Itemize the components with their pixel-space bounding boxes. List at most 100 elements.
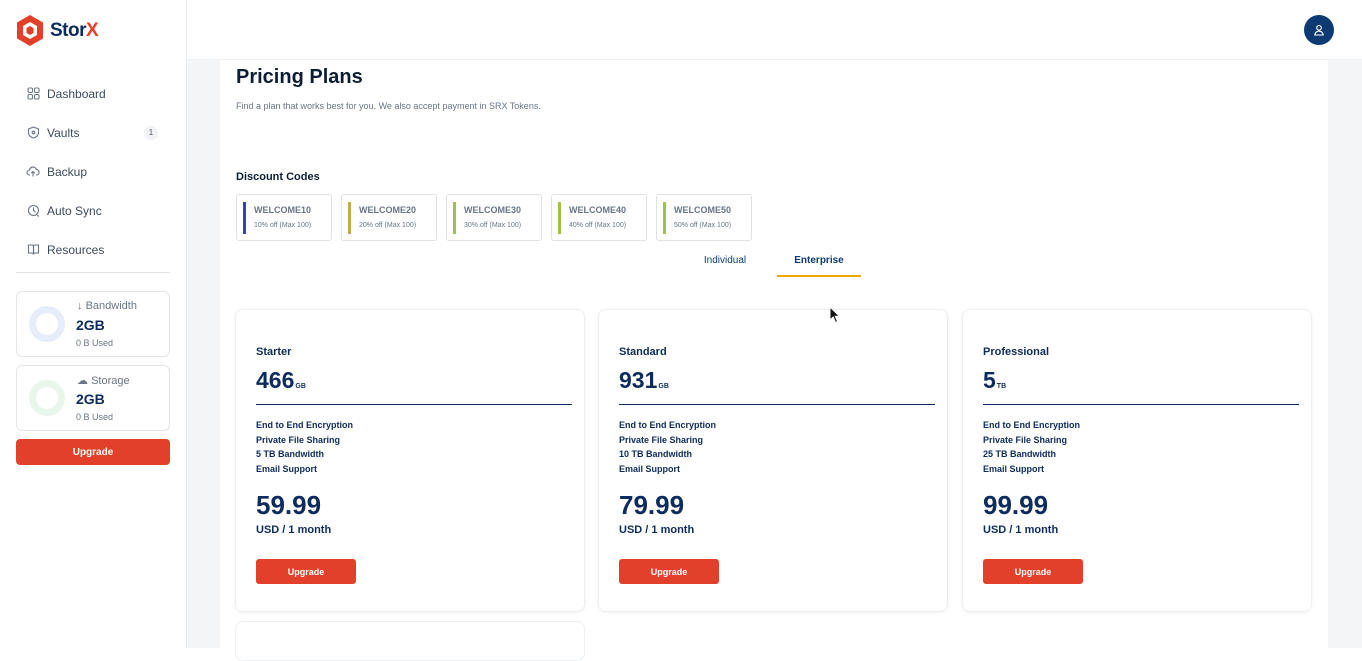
storage-used: 0 B Used [76, 412, 114, 422]
tab-individual[interactable]: Individual [686, 253, 764, 277]
plan-price: 59.99 [256, 490, 322, 520]
plan-card-professional: Professional 5TB End to End Encryption P… [962, 309, 1312, 612]
mouse-cursor-icon [829, 306, 841, 324]
storage-ring [29, 380, 65, 416]
storx-logo-icon [17, 15, 43, 46]
plan-size: 931GB [619, 367, 669, 393]
plan-name: Professional [983, 346, 1050, 358]
bandwidth-usage-card: ↓ Bandwidth 2GB 0 B Used [16, 291, 170, 357]
discount-code-list: WELCOME10 10% off (Max 100) WELCOME20 20… [236, 194, 752, 241]
sidebar-item-backup[interactable]: Backup [26, 152, 166, 191]
plan-size: 5TB [983, 367, 1007, 393]
plan-name: Standard [619, 346, 667, 358]
plan-period: USD / 1 month [256, 524, 332, 536]
code-color-bar [453, 202, 456, 234]
page-subtitle: Find a plan that works best for you. We … [236, 101, 541, 111]
sidebar-item-label: Auto Sync [47, 203, 102, 218]
code-desc: 30% off (Max 100) [464, 222, 522, 229]
plan-price: 79.99 [619, 490, 685, 520]
code-name: WELCOME20 [359, 205, 417, 215]
upgrade-button-starter[interactable]: Upgrade [256, 559, 356, 584]
plan-feature: 10 TB Bandwidth [619, 449, 693, 460]
plan-price: 99.99 [983, 490, 1049, 520]
cloud-icon: ☁ [77, 375, 88, 387]
plan-period: USD / 1 month [983, 524, 1059, 536]
plan-feature: End to End Encryption [619, 420, 716, 430]
plan-feature: End to End Encryption [983, 420, 1080, 430]
bandwidth-used: 0 B Used [76, 338, 114, 348]
plan-divider [983, 404, 1299, 405]
sidebar-nav: Dashboard Vaults 1 Backup Auto Sync Reso… [26, 74, 166, 269]
code-name: WELCOME30 [464, 205, 522, 215]
plan-name: Starter [256, 346, 292, 358]
plan-features: End to End Encryption Private File Shari… [619, 418, 716, 477]
code-color-bar [663, 202, 666, 234]
plan-size: 466GB [256, 367, 306, 393]
plan-feature: End to End Encryption [256, 420, 353, 430]
discount-codes-title: Discount Codes [236, 171, 320, 183]
plan-feature: 5 TB Bandwidth [256, 449, 324, 460]
plan-feature: 25 TB Bandwidth [983, 449, 1057, 460]
storage-value: 2GB [76, 391, 105, 407]
tab-enterprise[interactable]: Enterprise [777, 253, 861, 277]
sidebar-item-label: Resources [47, 242, 105, 257]
code-desc: 40% off (Max 100) [569, 222, 627, 229]
upgrade-button-standard[interactable]: Upgrade [619, 559, 719, 584]
discount-code-welcome20[interactable]: WELCOME20 20% off (Max 100) [341, 194, 437, 241]
sidebar-item-label: Vaults [47, 125, 80, 140]
bandwidth-label: ↓ Bandwidth [77, 300, 137, 312]
brand-name: StorX [50, 19, 99, 41]
plan-card-standard: Standard 931GB End to End Encryption Pri… [598, 309, 948, 612]
code-name: WELCOME40 [569, 205, 627, 215]
plan-features: End to End Encryption Private File Shari… [983, 418, 1080, 477]
upgrade-button-professional[interactable]: Upgrade [983, 559, 1083, 584]
code-desc: 10% off (Max 100) [254, 222, 312, 229]
discount-code-welcome40[interactable]: WELCOME40 40% off (Max 100) [551, 194, 647, 241]
sidebar-item-dashboard[interactable]: Dashboard [26, 74, 166, 113]
code-name: WELCOME10 [254, 205, 312, 215]
plan-card-partial [235, 621, 585, 661]
code-name: WELCOME50 [674, 205, 732, 215]
top-bar [187, 0, 1362, 60]
storx-logo[interactable]: StorX [15, 14, 99, 47]
cloud-upload-icon [26, 165, 40, 179]
user-icon [1314, 24, 1324, 36]
grid-icon [26, 87, 40, 101]
plan-period: USD / 1 month [619, 524, 695, 536]
code-color-bar [558, 202, 561, 234]
sidebar-item-resources[interactable]: Resources [26, 230, 166, 269]
sync-icon [26, 204, 40, 218]
code-color-bar [348, 202, 351, 234]
sidebar-item-auto-sync[interactable]: Auto Sync [26, 191, 166, 230]
sidebar-item-label: Dashboard [47, 86, 106, 101]
code-color-bar [243, 202, 246, 234]
plan-feature: Email Support [256, 464, 318, 475]
discount-code-welcome30[interactable]: WELCOME30 30% off (Max 100) [446, 194, 542, 241]
page-title: Pricing Plans [236, 66, 363, 88]
discount-code-welcome50[interactable]: WELCOME50 50% off (Max 100) [656, 194, 752, 241]
sidebar-upgrade-button[interactable]: Upgrade [16, 439, 170, 465]
sidebar-item-vaults[interactable]: Vaults 1 [26, 113, 166, 152]
plan-card-starter: Starter 466GB End to End Encryption Priv… [235, 309, 585, 612]
plan-feature: Email Support [983, 464, 1045, 475]
discount-code-welcome10[interactable]: WELCOME10 10% off (Max 100) [236, 194, 332, 241]
plan-feature: Private File Sharing [256, 434, 341, 445]
book-icon [26, 243, 40, 257]
code-desc: 20% off (Max 100) [359, 222, 417, 229]
vaults-count-badge: 1 [144, 125, 158, 140]
plan-feature: Private File Sharing [983, 434, 1068, 445]
storage-label: ☁ Storage [77, 375, 130, 387]
plan-features: End to End Encryption Private File Shari… [256, 418, 353, 477]
shield-icon [26, 126, 40, 140]
bandwidth-value: 2GB [76, 317, 105, 333]
plan-divider [256, 404, 572, 405]
plan-feature: Email Support [619, 464, 681, 475]
bandwidth-ring [29, 306, 65, 342]
plan-type-tabs: Individual Enterprise [686, 253, 861, 277]
code-desc: 50% off (Max 100) [674, 222, 732, 229]
sidebar: StorX Dashboard Vaults 1 Backup Auto Syn… [0, 0, 187, 648]
storage-usage-card: ☁ Storage 2GB 0 B Used [16, 365, 170, 431]
sidebar-divider [16, 272, 170, 273]
arrow-down-icon: ↓ [77, 300, 83, 312]
user-avatar[interactable] [1304, 15, 1334, 45]
